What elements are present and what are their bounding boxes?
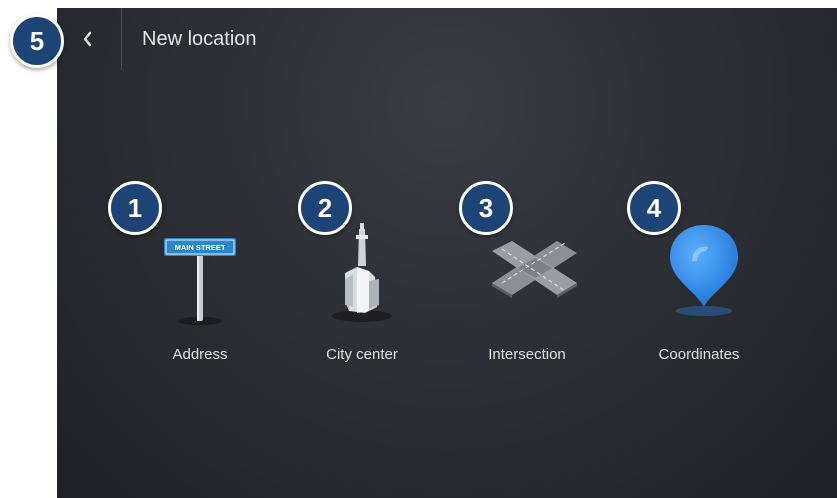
map-pin-icon bbox=[670, 225, 738, 316]
option-label: Intersection bbox=[488, 346, 566, 363]
sign-text: MAIN STREET bbox=[175, 243, 226, 252]
intersection-icon bbox=[492, 241, 577, 298]
badge-1: 1 bbox=[108, 181, 162, 235]
street-sign-icon: MAIN STREET bbox=[164, 238, 236, 325]
badge-5: 5 bbox=[10, 14, 64, 68]
page-title: New location bbox=[142, 28, 257, 50]
option-label: City center bbox=[326, 346, 398, 363]
option-label: Address bbox=[172, 346, 228, 363]
badge-4: 4 bbox=[627, 181, 681, 235]
header-divider bbox=[121, 8, 122, 70]
top-bar: New location bbox=[57, 8, 837, 70]
badge-2: 2 bbox=[298, 181, 352, 235]
city-skyline-icon bbox=[332, 223, 392, 322]
badge-3: 3 bbox=[459, 181, 513, 235]
option-label: Coordinates bbox=[658, 346, 740, 363]
back-button[interactable] bbox=[57, 8, 119, 70]
new-location-screen: New location MAIN STREET Address City ce… bbox=[57, 8, 837, 498]
chevron-left-icon bbox=[83, 31, 92, 47]
